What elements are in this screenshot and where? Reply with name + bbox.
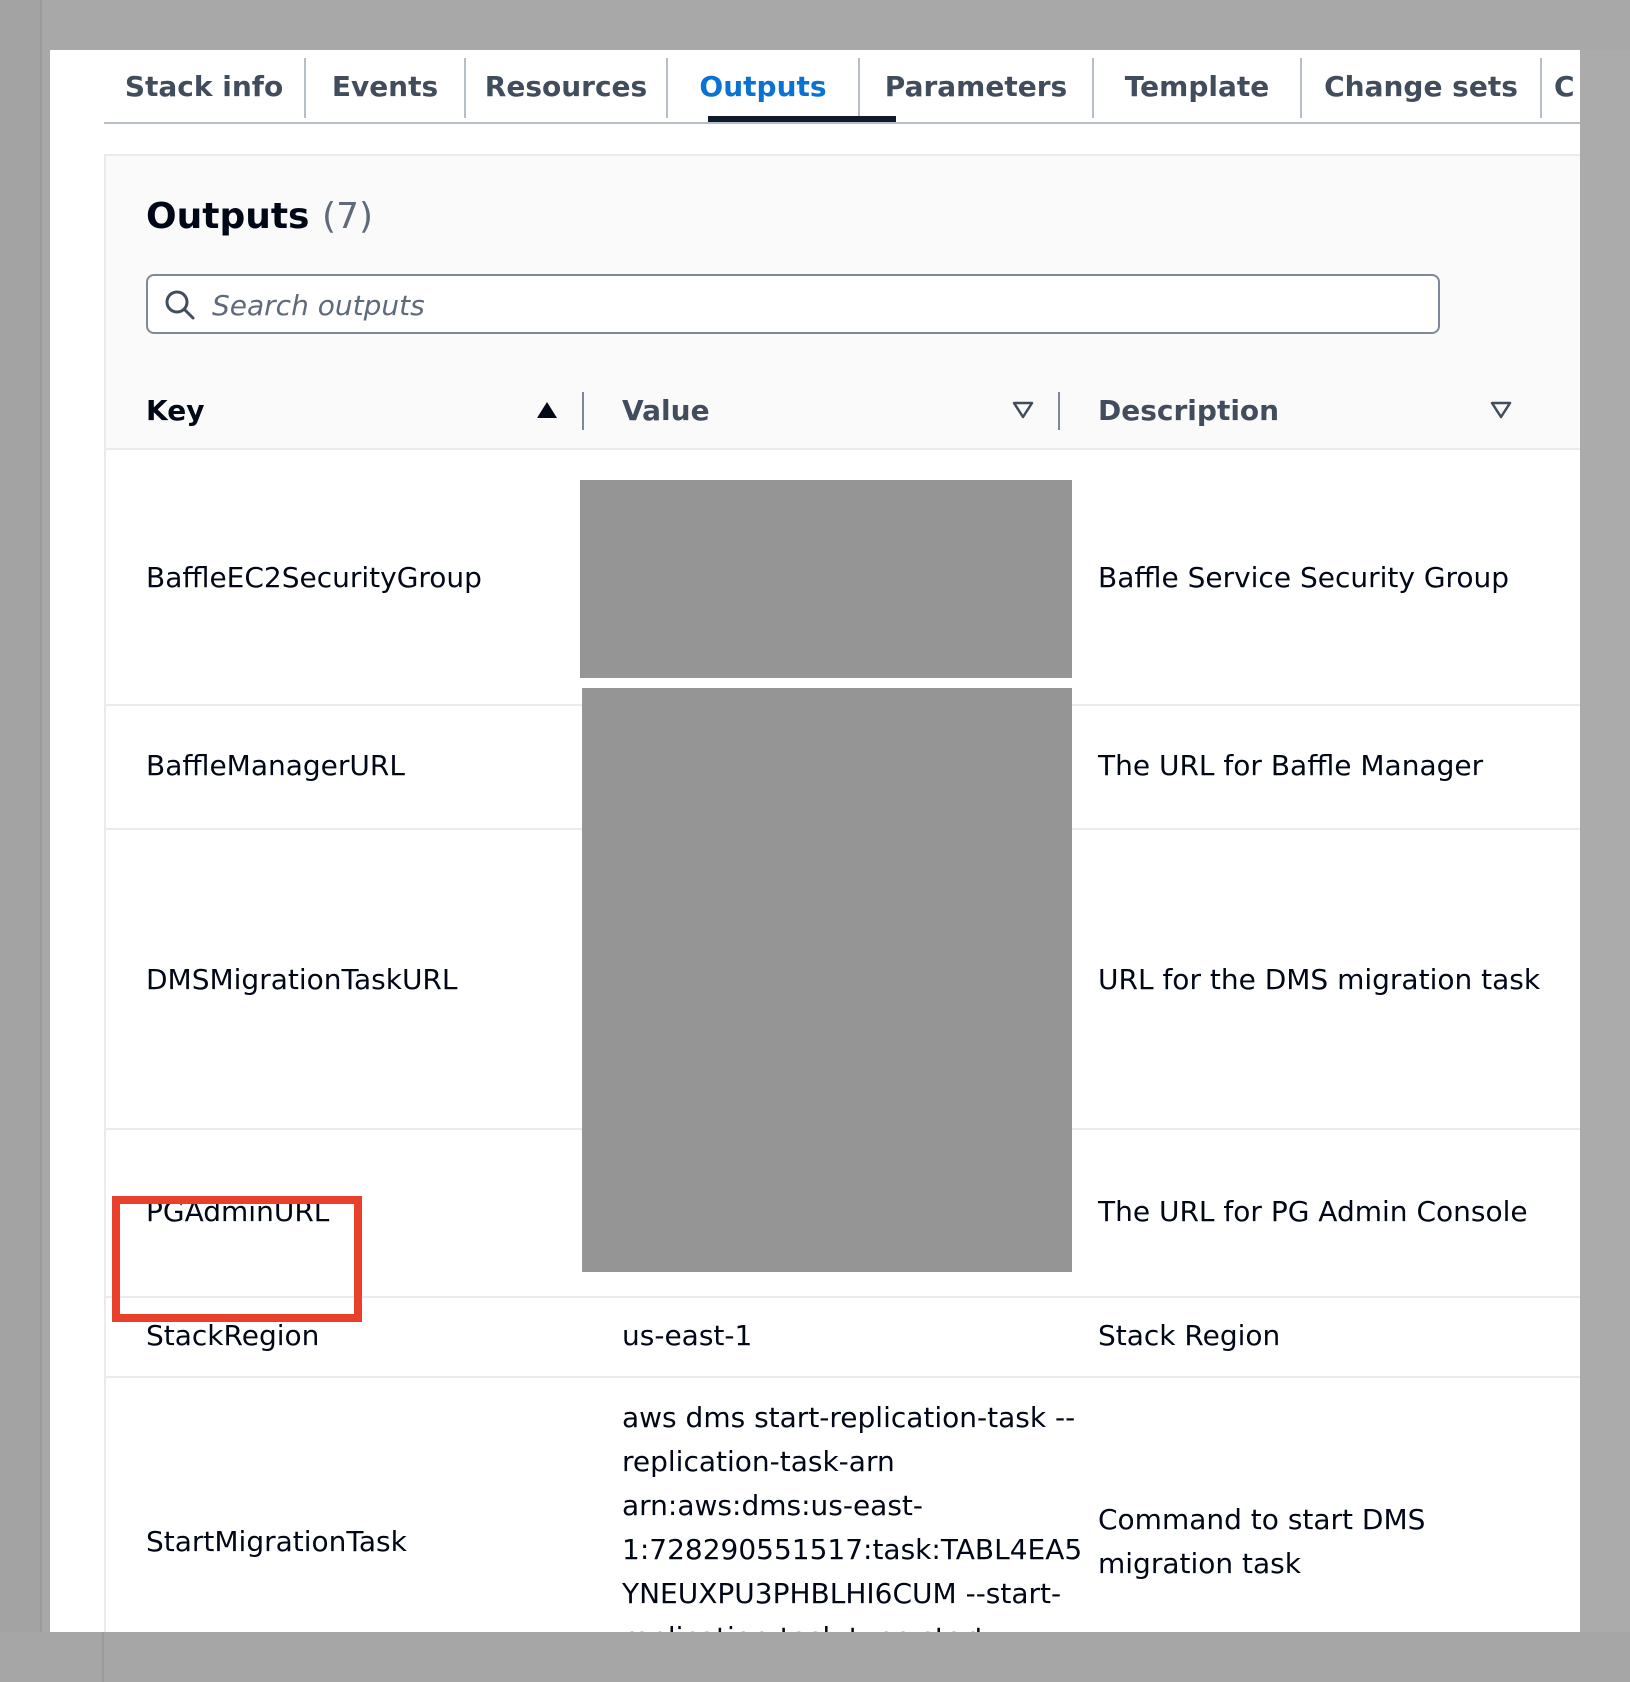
sort-ascending-icon[interactable] (536, 400, 558, 420)
outputs-header: Outputs (7) (106, 156, 1580, 374)
table-row: StartMigrationTask aws dms start-replica… (106, 1378, 1580, 1632)
sort-descending-icon[interactable] (1490, 400, 1512, 420)
search-icon (165, 290, 195, 320)
tab-outputs[interactable]: Outputs (668, 50, 858, 122)
outputs-title: Outputs (7) (146, 196, 373, 237)
tab-separator (1540, 58, 1542, 118)
column-resizer[interactable] (1058, 392, 1060, 430)
output-key: StartMigrationTask (146, 1525, 407, 1558)
bottom-overflow-shade (0, 1632, 1630, 1682)
stack-detail-panel: Stack info Events Resources Outputs Para… (50, 50, 1580, 1632)
column-header-value[interactable]: Value (622, 372, 710, 448)
redacted-value (580, 480, 1072, 678)
output-key: BaffleManagerURL (146, 749, 405, 782)
tab-stack-info[interactable]: Stack info (104, 50, 304, 122)
search-input[interactable] (210, 284, 1414, 326)
outputs-count: (7) (322, 196, 374, 237)
tab-change-sets[interactable]: Change sets (1302, 50, 1540, 122)
right-overflow-shade (1580, 50, 1630, 1632)
tab-overflow[interactable]: C (1554, 50, 1580, 122)
output-description: Stack Region (1098, 1319, 1281, 1352)
tab-resources[interactable]: Resources (466, 50, 666, 122)
output-description: URL for the DMS migration task (1098, 963, 1541, 996)
output-value: us-east-1 (622, 1319, 753, 1352)
stack-tabs: Stack info Events Resources Outputs Para… (104, 50, 1580, 122)
search-field[interactable] (146, 274, 1440, 334)
output-key: DMSMigrationTaskURL (146, 963, 458, 996)
column-header-key[interactable]: Key (146, 372, 204, 448)
tab-parameters[interactable]: Parameters (860, 50, 1092, 122)
outputs-container: Outputs (7) Key Value Description (104, 154, 1580, 1632)
output-description: The URL for PG Admin Console (1098, 1195, 1528, 1228)
sort-descending-icon[interactable] (1012, 400, 1034, 420)
output-description: Baffle Service Security Group (1098, 561, 1510, 594)
column-resizer[interactable] (582, 392, 584, 430)
redacted-value (582, 688, 1072, 1272)
tab-events[interactable]: Events (306, 50, 464, 122)
output-description: Command to start DMS migration task (1098, 1503, 1426, 1580)
table-header: Key Value Description (106, 372, 1580, 450)
output-description: The URL for Baffle Manager (1098, 749, 1484, 782)
left-gutter (0, 0, 42, 1682)
output-value: aws dms start-replication-task -- replic… (622, 1401, 1083, 1632)
tab-template[interactable]: Template (1094, 50, 1300, 122)
tabs-divider (104, 122, 1580, 124)
outputs-title-text: Outputs (146, 196, 310, 237)
output-key: BaffleEC2SecurityGroup (146, 561, 482, 594)
highlight-box (112, 1196, 362, 1322)
column-header-description[interactable]: Description (1098, 372, 1279, 448)
